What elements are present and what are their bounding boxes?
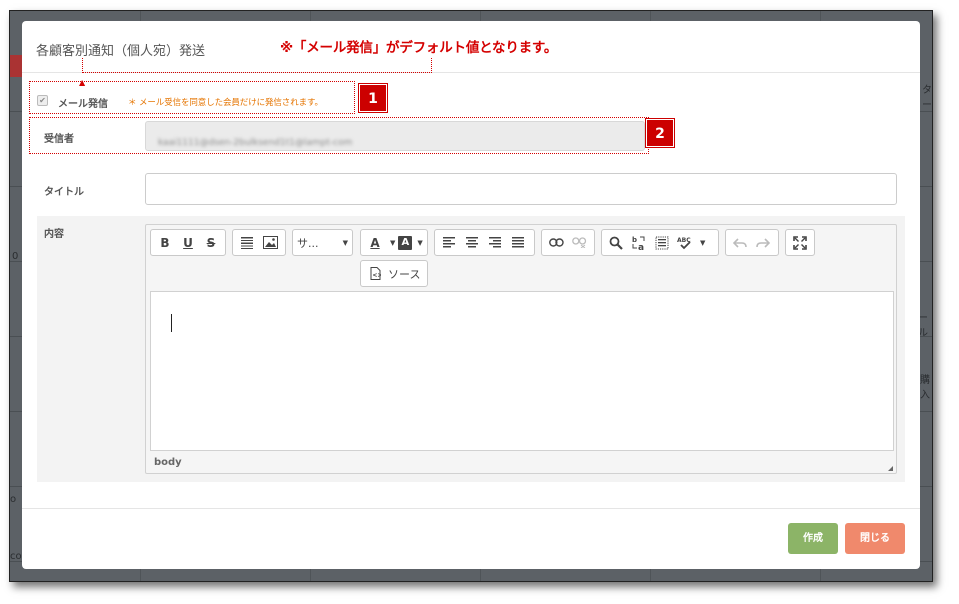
align-center-icon[interactable]	[462, 233, 482, 253]
mail-send-label: メール発信	[58, 99, 108, 110]
maximize-icon[interactable]	[790, 233, 810, 253]
text-cursor	[171, 314, 172, 332]
select-all-icon[interactable]	[652, 233, 672, 253]
underline-button[interactable]: U	[178, 233, 198, 253]
recipient-field: kaai1111@dsen-2bulksend1t1@lampt-com	[145, 121, 645, 151]
chevron-down-icon: ▼	[700, 238, 706, 247]
align-left-icon[interactable]	[439, 233, 459, 253]
background-text: ール	[918, 313, 928, 339]
toolbar-group-insert	[232, 229, 286, 256]
strikethrough-button[interactable]: S	[201, 233, 221, 253]
toolbar-group-basic-styles: B U S	[150, 229, 226, 256]
content-label: 内容	[44, 229, 64, 240]
align-justify-icon[interactable]	[508, 233, 528, 253]
toolbar-group-colors: A ▼ A ▼	[360, 229, 428, 256]
undo-icon[interactable]	[730, 233, 750, 253]
callout-badge-1: 1	[359, 84, 387, 112]
screenshot-frame: ター ール 購入 0 o co 各顧客別通知（個人宛）発送 ※「メール発信」がデ…	[9, 10, 933, 582]
resize-handle[interactable]	[888, 466, 893, 471]
default-value-annotation: ※「メール発信」がデフォルト値となります。	[280, 40, 558, 56]
callout-badge-2: 2	[646, 119, 674, 147]
chevron-down-icon: ▼	[342, 238, 348, 247]
annotation-callout-line	[82, 58, 432, 73]
unlink-icon[interactable]	[569, 233, 589, 253]
background-text: ター	[922, 85, 932, 111]
close-button[interactable]: 閉じる	[845, 523, 905, 554]
svg-text:b: b	[632, 236, 637, 244]
toolbar-group-align	[434, 229, 535, 256]
font-size-dropdown[interactable]: サ... ▼	[292, 229, 353, 256]
background-red-tab	[10, 55, 22, 77]
recipient-label: 受信者	[44, 134, 74, 145]
svg-text:a: a	[638, 243, 644, 251]
search-icon[interactable]	[606, 233, 626, 253]
recipient-value: kaai1111@dsen-2bulksend1t1@lampt-com	[158, 138, 353, 148]
toolbar-group-history	[725, 229, 779, 256]
bold-button[interactable]: B	[155, 233, 175, 253]
notification-modal: 各顧客別通知（個人宛）発送 ※「メール発信」がデフォルト値となります。 ▲ ✔ …	[22, 21, 920, 569]
background-text: 0	[12, 251, 19, 262]
chevron-down-icon: ▼	[390, 238, 396, 247]
source-button-label: ソース	[388, 267, 421, 281]
background-text: o	[10, 494, 17, 505]
replace-icon[interactable]: ba	[629, 233, 649, 253]
horizontal-rule-icon[interactable]	[237, 233, 257, 253]
image-icon[interactable]	[260, 233, 280, 253]
toolbar-group-view	[785, 229, 815, 256]
rich-text-editor: B U S サ... ▼ A ▼ A ▼ b a ABC ▼ < ソース bod…	[145, 224, 897, 474]
element-path: body	[154, 457, 182, 468]
redo-icon[interactable]	[753, 233, 773, 253]
title-label: タイトル	[44, 187, 84, 198]
modal-title: 各顧客別通知（個人宛）発送	[36, 44, 206, 59]
background-text: 購入	[920, 375, 930, 401]
modal-footer-divider	[22, 508, 920, 509]
toolbar-group-tools: ba ABC ▼	[601, 229, 719, 256]
font-size-value: サ...	[297, 236, 319, 250]
svg-text:<>: <>	[372, 272, 381, 279]
chevron-down-icon: ▼	[417, 238, 423, 247]
toolbar-group-links	[541, 229, 595, 256]
background-color-button[interactable]: A	[398, 235, 413, 250]
mail-send-checkbox[interactable]: ✔	[37, 95, 48, 106]
create-button[interactable]: 作成	[788, 523, 838, 554]
align-right-icon[interactable]	[485, 233, 505, 253]
title-input[interactable]	[145, 173, 897, 205]
editor-content-area[interactable]	[150, 291, 894, 451]
link-icon[interactable]	[546, 233, 566, 253]
mail-send-note: ＊ メール受信を同意した会員だけに発信されます。	[128, 98, 323, 108]
source-button[interactable]: <> ソース	[360, 260, 428, 287]
source-code-icon: <>	[365, 264, 385, 284]
text-color-button[interactable]: A	[365, 233, 385, 253]
modal-header: 各顧客別通知（個人宛）発送 ※「メール発信」がデフォルト値となります。	[22, 21, 920, 73]
background-text: co	[10, 551, 22, 562]
spellcheck-icon[interactable]: ABC	[675, 233, 695, 253]
